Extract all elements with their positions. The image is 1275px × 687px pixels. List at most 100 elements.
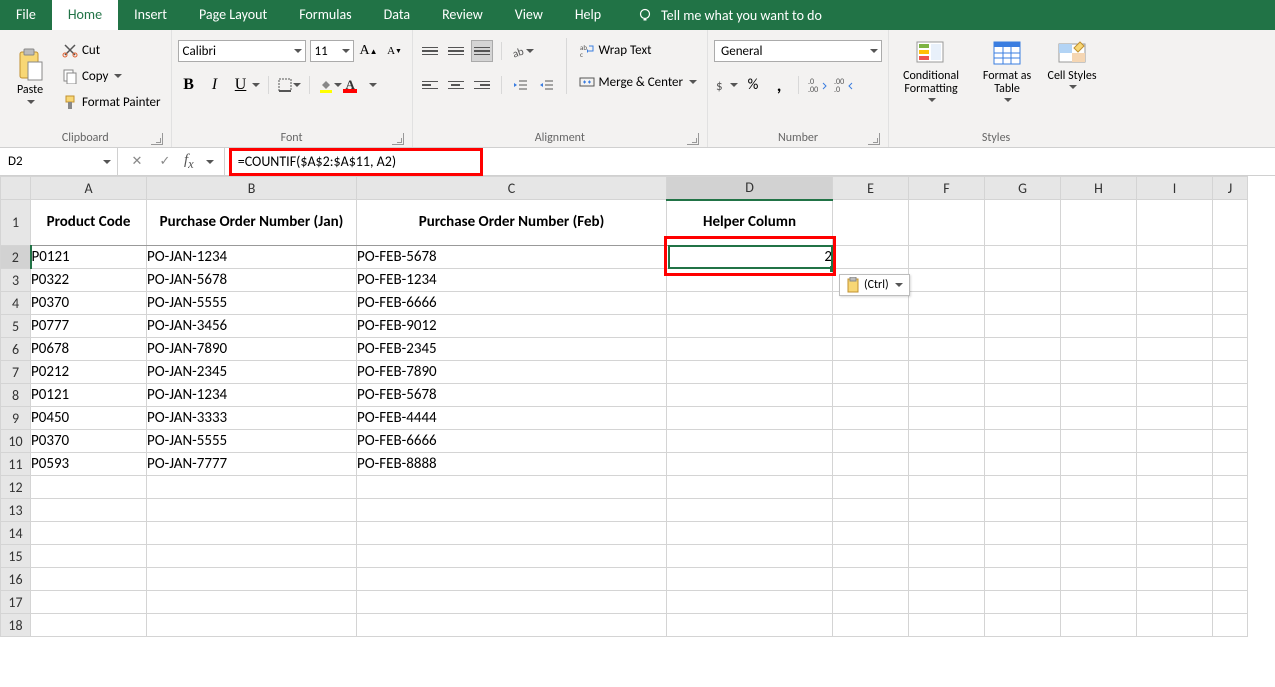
cell-G1[interactable] [985, 200, 1061, 246]
cell-I7[interactable] [1137, 361, 1213, 384]
fx-icon[interactable]: fx [184, 152, 194, 172]
cell-I1[interactable] [1137, 200, 1213, 246]
cell-F14[interactable] [909, 522, 985, 545]
cell-F10[interactable] [909, 430, 985, 453]
cell-H2[interactable] [1061, 246, 1137, 269]
cell-G12[interactable] [985, 476, 1061, 499]
col-header-D[interactable]: D [667, 177, 833, 200]
row-header-7[interactable]: 7 [1, 361, 31, 384]
cell-H11[interactable] [1061, 453, 1137, 476]
dialog-launcher-icon[interactable] [868, 133, 880, 145]
format-painter-button[interactable]: Format Painter [58, 90, 165, 114]
cell-H5[interactable] [1061, 315, 1137, 338]
cell-J9[interactable] [1213, 407, 1248, 430]
accounting-format-button[interactable]: $ [714, 77, 738, 93]
cell-A4[interactable]: P0370 [31, 292, 147, 315]
border-button[interactable] [277, 77, 301, 93]
cell-D17[interactable] [667, 591, 833, 614]
cell-I12[interactable] [1137, 476, 1213, 499]
col-header-F[interactable]: F [909, 177, 985, 200]
row-header-10[interactable]: 10 [1, 430, 31, 453]
cell-D2[interactable]: 2 [667, 246, 833, 269]
tab-review[interactable]: Review [426, 0, 499, 30]
cell-C14[interactable] [357, 522, 667, 545]
cell-I3[interactable] [1137, 269, 1213, 292]
cell-E16[interactable] [833, 568, 909, 591]
tab-view[interactable]: View [499, 0, 559, 30]
cell-C1[interactable]: Purchase Order Number (Feb) [357, 200, 667, 246]
cell-E2[interactable] [833, 246, 909, 269]
cell-A9[interactable]: P0450 [31, 407, 147, 430]
cell-A13[interactable] [31, 499, 147, 522]
cell-C3[interactable]: PO-FEB-1234 [357, 269, 667, 292]
cell-J18[interactable] [1213, 614, 1248, 637]
row-header-1[interactable]: 1 [1, 200, 31, 246]
cell-D7[interactable] [667, 361, 833, 384]
cell-D1[interactable]: Helper Column [667, 200, 833, 246]
cell-E14[interactable] [833, 522, 909, 545]
tab-formulas[interactable]: Formulas [283, 0, 367, 30]
cell-G14[interactable] [985, 522, 1061, 545]
cell-D9[interactable] [667, 407, 833, 430]
cell-A8[interactable]: P0121 [31, 384, 147, 407]
col-header-E[interactable]: E [833, 177, 909, 200]
row-header-14[interactable]: 14 [1, 522, 31, 545]
paste-options-popup[interactable]: (Ctrl) [839, 274, 910, 296]
cell-F13[interactable] [909, 499, 985, 522]
cell-D4[interactable] [667, 292, 833, 315]
cell-J17[interactable] [1213, 591, 1248, 614]
tab-page-layout[interactable]: Page Layout [183, 0, 283, 30]
cell-A17[interactable] [31, 591, 147, 614]
underline-button[interactable]: U [230, 74, 260, 96]
cell-H6[interactable] [1061, 338, 1137, 361]
row-header-8[interactable]: 8 [1, 384, 31, 407]
cell-G18[interactable] [985, 614, 1061, 637]
cell-C18[interactable] [357, 614, 667, 637]
tab-file[interactable]: File [0, 0, 52, 30]
cell-J5[interactable] [1213, 315, 1248, 338]
cell-E12[interactable] [833, 476, 909, 499]
cell-G16[interactable] [985, 568, 1061, 591]
align-center-button[interactable] [445, 74, 467, 96]
cell-A16[interactable] [31, 568, 147, 591]
cell-G13[interactable] [985, 499, 1061, 522]
cell-E15[interactable] [833, 545, 909, 568]
cell-G7[interactable] [985, 361, 1061, 384]
cell-J2[interactable] [1213, 246, 1248, 269]
italic-button[interactable]: I [204, 74, 226, 96]
cut-button[interactable]: Cut [58, 38, 165, 62]
increase-indent-button[interactable] [536, 74, 558, 96]
cell-G17[interactable] [985, 591, 1061, 614]
dialog-launcher-icon[interactable] [392, 133, 404, 145]
col-header-H[interactable]: H [1061, 177, 1137, 200]
cell-J6[interactable] [1213, 338, 1248, 361]
cell-D3[interactable] [667, 269, 833, 292]
align-middle-button[interactable] [445, 40, 467, 62]
row-header-6[interactable]: 6 [1, 338, 31, 361]
cell-J15[interactable] [1213, 545, 1248, 568]
row-header-12[interactable]: 12 [1, 476, 31, 499]
cell-G11[interactable] [985, 453, 1061, 476]
cell-I6[interactable] [1137, 338, 1213, 361]
cell-F11[interactable] [909, 453, 985, 476]
tab-data[interactable]: Data [368, 0, 426, 30]
cell-E10[interactable] [833, 430, 909, 453]
cell-C10[interactable]: PO-FEB-6666 [357, 430, 667, 453]
cell-A15[interactable] [31, 545, 147, 568]
cell-E17[interactable] [833, 591, 909, 614]
col-header-A[interactable]: A [31, 177, 147, 200]
col-header-C[interactable]: C [357, 177, 667, 200]
name-box[interactable]: D2 [0, 148, 118, 175]
cell-B16[interactable] [147, 568, 357, 591]
cell-C11[interactable]: PO-FEB-8888 [357, 453, 667, 476]
cell-F16[interactable] [909, 568, 985, 591]
cell-J1[interactable] [1213, 200, 1248, 246]
paste-button[interactable]: Paste [6, 34, 54, 118]
cell-J8[interactable] [1213, 384, 1248, 407]
format-as-table-button[interactable]: Format as Table [971, 34, 1043, 102]
cell-I15[interactable] [1137, 545, 1213, 568]
cell-H7[interactable] [1061, 361, 1137, 384]
row-header-11[interactable]: 11 [1, 453, 31, 476]
cell-I11[interactable] [1137, 453, 1213, 476]
bold-button[interactable]: B [178, 74, 200, 96]
